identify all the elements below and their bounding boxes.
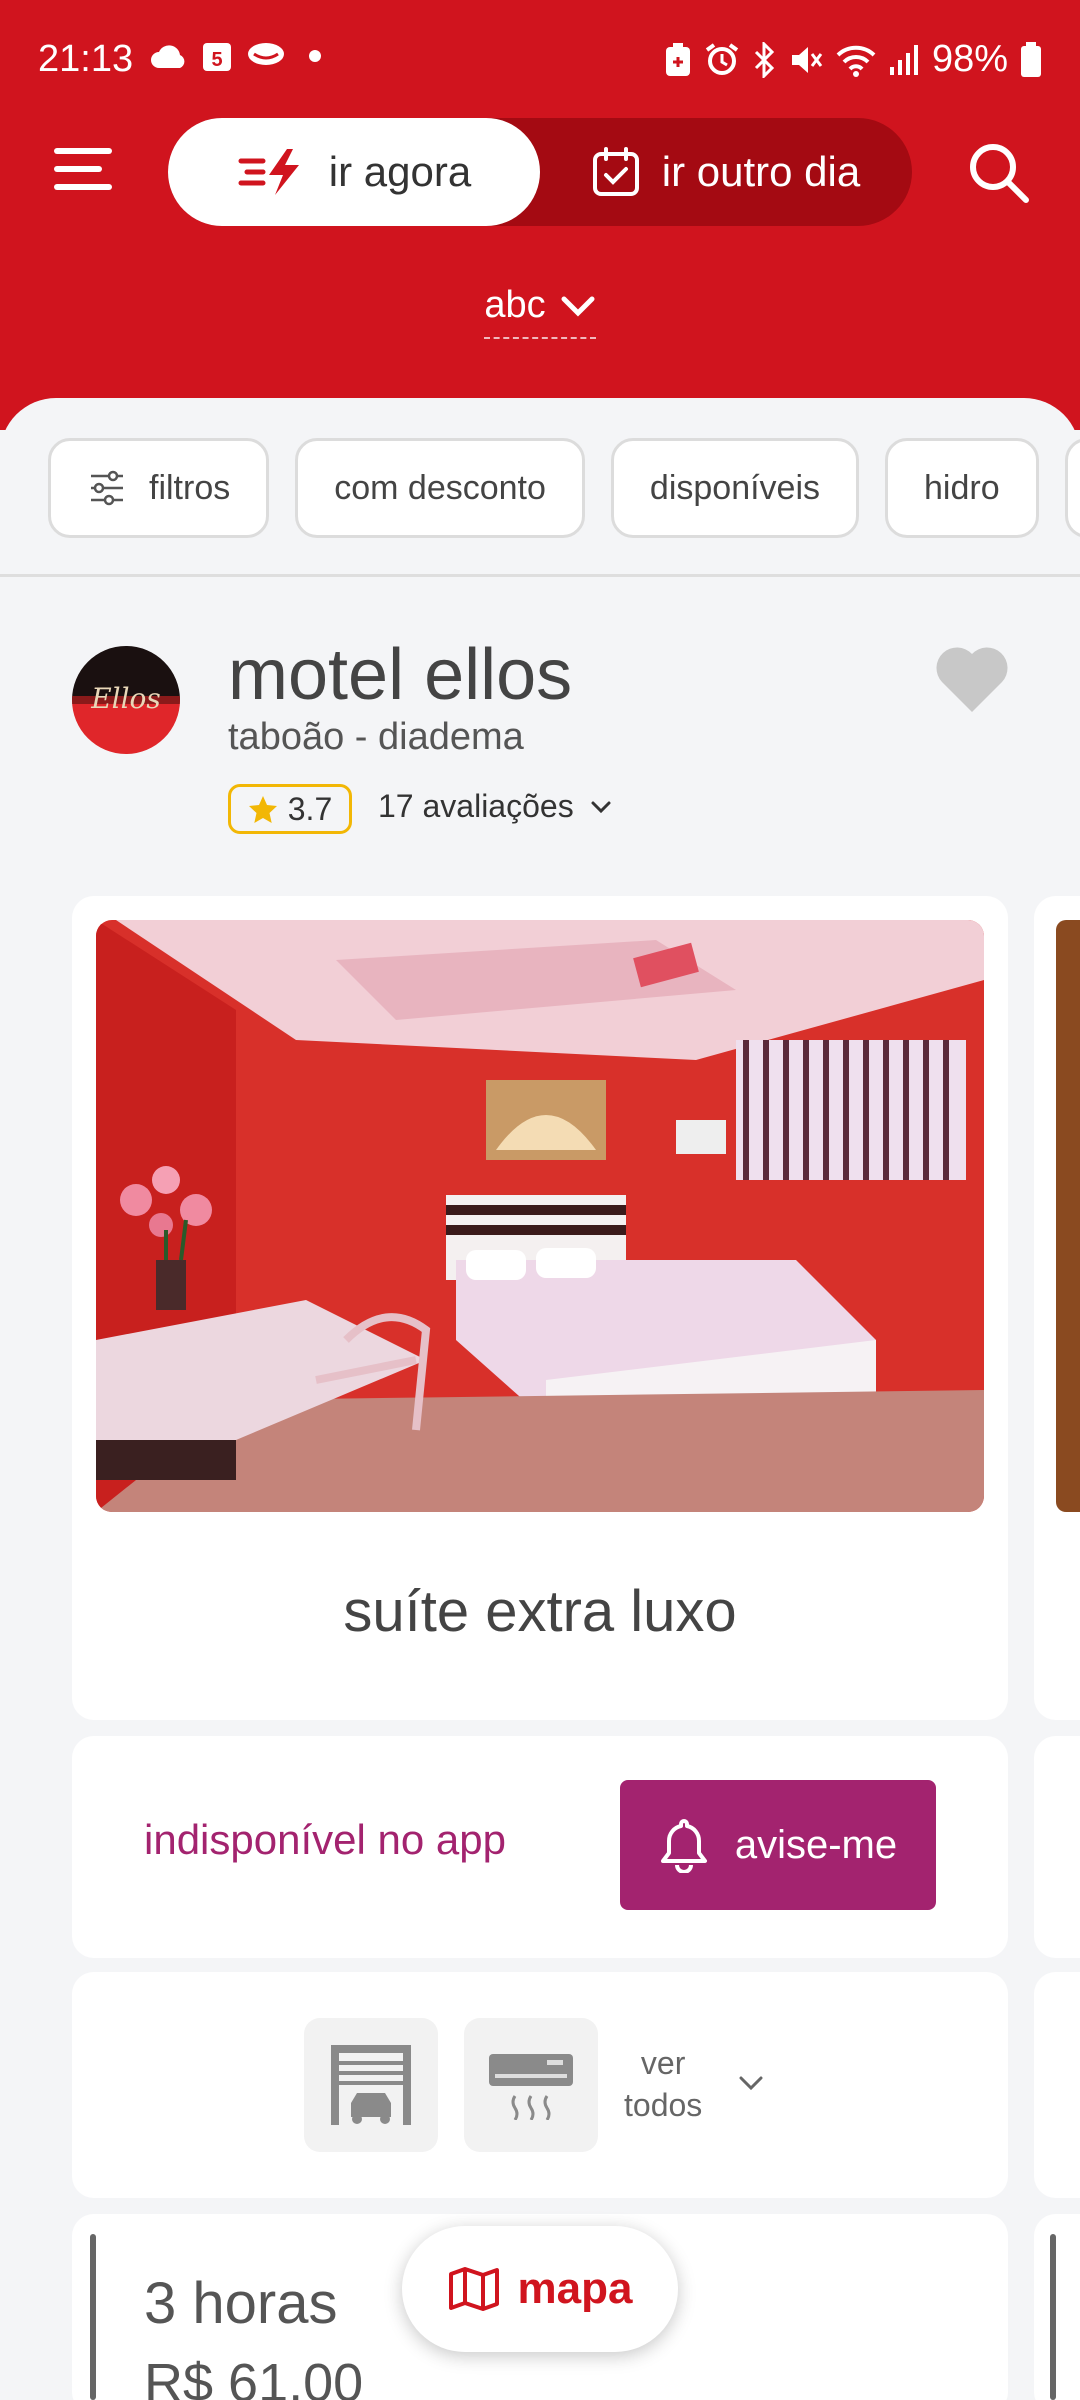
status-right: 98% <box>664 38 1042 81</box>
go-other-day-label: ir outro dia <box>661 148 861 195</box>
notify-me-label: avise-me <box>734 1822 898 1867</box>
status-bar: 21:13 5 98% <box>0 0 1080 120</box>
chip-label: hidro <box>924 468 1000 507</box>
hamburger-menu-icon[interactable] <box>54 148 112 194</box>
map-button[interactable]: mapa <box>402 2226 678 2352</box>
stay-price: R$ 61,00 <box>144 2353 364 2400</box>
divider <box>0 574 1080 577</box>
chevron-down-icon <box>591 801 611 813</box>
amenity-garage[interactable] <box>304 2018 438 2152</box>
next-price-card <box>1034 2214 1080 2400</box>
see-all-amenities[interactable]: ver todos <box>624 2042 702 2126</box>
amenity-air-conditioner[interactable] <box>464 2018 598 2152</box>
suite-photo[interactable] <box>96 920 984 1512</box>
battery-icon <box>1021 41 1041 77</box>
mute-icon <box>791 46 823 73</box>
chip-label: filtros <box>149 468 231 507</box>
calendar-5-icon: 5 <box>203 43 231 71</box>
reviews-toggle[interactable]: 17 avaliações <box>378 788 612 825</box>
bell-icon <box>660 1819 707 1873</box>
calendar-check-icon <box>592 147 639 196</box>
garage-icon <box>331 2045 411 2125</box>
region-label: abc <box>484 284 546 326</box>
see-all-line1: ver <box>640 2045 686 2081</box>
reviews-count: 17 avaliações <box>378 788 574 824</box>
map-label: mapa <box>517 2264 633 2313</box>
alarm-icon <box>705 42 739 75</box>
chip-label: com desconto <box>334 468 546 507</box>
visit-mode-toggle: ir agora ir outro dia <box>168 118 912 226</box>
air-conditioner-icon <box>489 2054 573 2120</box>
next-amenities-card <box>1034 1972 1080 2198</box>
price-accent-bar <box>90 2234 96 2400</box>
signal-icon <box>889 44 918 75</box>
rating-badge: 3.7 <box>228 784 352 834</box>
chip-filters[interactable]: filtros <box>48 438 270 538</box>
go-now-label: ir agora <box>328 148 472 195</box>
svg-text:5: 5 <box>211 49 222 71</box>
unavailable-text: indisponível no app <box>144 1816 506 1863</box>
search-icon[interactable] <box>966 140 1030 204</box>
dot-icon <box>309 50 321 62</box>
suite-name: suíte extra luxo <box>343 1579 737 1644</box>
stay-duration: 3 horas <box>144 2271 338 2336</box>
status-left-icons: 5 <box>150 40 330 72</box>
rating-value: 3.7 <box>287 790 333 827</box>
lightning-speed-icon <box>238 149 299 195</box>
wifi-icon <box>836 45 876 77</box>
chevron-down-icon[interactable] <box>738 2074 764 2092</box>
next-availability-card <box>1034 1736 1080 1958</box>
go-now-tab[interactable]: ir agora <box>168 118 540 226</box>
status-time: 21:13 <box>38 38 134 80</box>
logo-text: Ellos <box>90 682 161 715</box>
filter-chips: filtros com desconto disponíveis hidro <box>48 438 1080 538</box>
star-icon <box>248 796 277 823</box>
hotel-location: taboão - diadema <box>228 716 524 758</box>
bluetooth-icon <box>754 41 775 78</box>
cloud-icon <box>151 45 185 68</box>
chip-available[interactable]: disponíveis <box>610 438 860 538</box>
next-price-bar <box>1050 2234 1056 2400</box>
map-icon <box>448 2267 499 2311</box>
battery-saver-icon <box>665 42 690 76</box>
battery-percent: 98% <box>931 38 1008 80</box>
hotel-name[interactable]: motel ellos <box>228 634 572 716</box>
chat-app-icon <box>248 43 284 65</box>
chip-hydro[interactable]: hidro <box>885 438 1039 538</box>
heart-icon[interactable] <box>934 644 1010 714</box>
chip-label: disponíveis <box>649 468 821 507</box>
go-other-day-tab[interactable]: ir outro dia <box>540 118 912 226</box>
chip-discount[interactable]: com desconto <box>295 438 585 538</box>
notify-me-button[interactable]: avise-me <box>620 1780 936 1910</box>
sliders-icon <box>91 470 123 506</box>
hotel-logo[interactable]: Ellos <box>72 646 180 754</box>
see-all-line2: todos <box>624 2087 703 2123</box>
chip-more[interactable] <box>1064 438 1080 538</box>
next-suite-photo <box>1056 920 1080 1512</box>
region-selector-wrap: abc <box>0 284 1080 339</box>
chevron-down-icon <box>561 296 595 317</box>
region-selector[interactable]: abc <box>484 284 596 339</box>
